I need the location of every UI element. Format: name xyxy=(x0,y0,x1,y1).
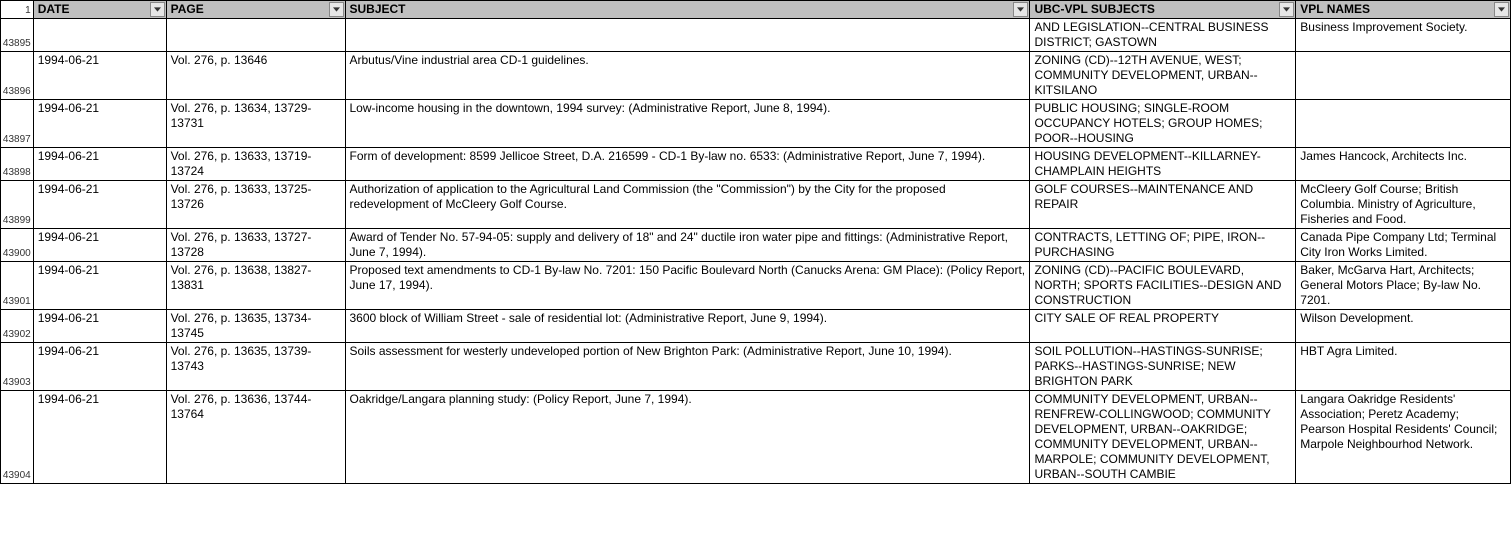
cell-date[interactable]: 1994-06-21 xyxy=(33,52,166,100)
cell-vpl-names[interactable]: McCleery Golf Course; British Columbia. … xyxy=(1296,181,1511,229)
cell-date[interactable]: 1994-06-21 xyxy=(33,262,166,310)
column-header-page[interactable]: PAGE xyxy=(166,1,345,19)
chevron-down-icon xyxy=(1498,7,1505,12)
filter-dropdown-date[interactable] xyxy=(150,2,165,17)
cell-vpl-names[interactable] xyxy=(1296,100,1511,148)
cell-page[interactable]: Vol. 276, p. 13634, 13729-13731 xyxy=(166,100,345,148)
cell-subject[interactable]: 3600 block of William Street - sale of r… xyxy=(345,310,1030,343)
column-header-label: UBC-VPL SUBJECTS xyxy=(1034,2,1154,16)
table-row: 439011994-06-21Vol. 276, p. 13638, 13827… xyxy=(1,262,1511,310)
table-row: 438981994-06-21Vol. 276, p. 13633, 13719… xyxy=(1,148,1511,181)
column-header-date[interactable]: DATE xyxy=(33,1,166,19)
column-header-label: VPL NAMES xyxy=(1300,2,1370,16)
cell-ubc-vpl-subjects[interactable]: SOIL POLLUTION--HASTINGS-SUNRISE; PARKS-… xyxy=(1030,343,1296,391)
row-number[interactable]: 43895 xyxy=(1,19,34,52)
filter-dropdown-page[interactable] xyxy=(329,2,344,17)
table-row: 439041994-06-21Vol. 276, p. 13636, 13744… xyxy=(1,391,1511,484)
cell-page[interactable]: Vol. 276, p. 13638, 13827-13831 xyxy=(166,262,345,310)
cell-page[interactable]: Vol. 276, p. 13636, 13744-13764 xyxy=(166,391,345,484)
cell-page[interactable]: Vol. 276, p. 13633, 13719-13724 xyxy=(166,148,345,181)
cell-ubc-vpl-subjects[interactable]: HOUSING DEVELOPMENT--KILLARNEY-CHAMPLAIN… xyxy=(1030,148,1296,181)
row-number[interactable]: 43904 xyxy=(1,391,34,484)
cell-ubc-vpl-subjects[interactable]: COMMUNITY DEVELOPMENT, URBAN--RENFREW-CO… xyxy=(1030,391,1296,484)
cell-vpl-names[interactable]: Canada Pipe Company Ltd; Terminal City I… xyxy=(1296,229,1511,262)
cell-page[interactable]: Vol. 276, p. 13633, 13727-13728 xyxy=(166,229,345,262)
cell-vpl-names[interactable]: Baker, McGarva Hart, Architects; General… xyxy=(1296,262,1511,310)
cell-subject[interactable]: Form of development: 8599 Jellicoe Stree… xyxy=(345,148,1030,181)
header-row: 1 DATE PAGE SUBJECT UBC-VPL SUBJECTS xyxy=(1,1,1511,19)
cell-subject[interactable]: Low-income housing in the downtown, 1994… xyxy=(345,100,1030,148)
table-row: 43895 AND LEGISLATION--CENTRAL BUSINESS D… xyxy=(1,19,1511,52)
cell-page[interactable] xyxy=(166,19,345,52)
chevron-down-icon xyxy=(154,7,161,12)
cell-ubc-vpl-subjects[interactable]: PUBLIC HOUSING; SINGLE-ROOM OCCUPANCY HO… xyxy=(1030,100,1296,148)
cell-page[interactable]: Vol. 276, p. 13633, 13725-13726 xyxy=(166,181,345,229)
cell-subject[interactable]: Oakridge/Langara planning study: (Policy… xyxy=(345,391,1030,484)
cell-subject[interactable] xyxy=(345,19,1030,52)
cell-ubc-vpl-subjects[interactable]: ZONING (CD)--PACIFIC BOULEVARD, NORTH; S… xyxy=(1030,262,1296,310)
filter-dropdown-subject[interactable] xyxy=(1013,2,1028,17)
cell-vpl-names[interactable]: Wilson Development. xyxy=(1296,310,1511,343)
cell-page[interactable]: Vol. 276, p. 13635, 13739-13743 xyxy=(166,343,345,391)
header-rownum-cell[interactable]: 1 xyxy=(1,1,34,19)
row-number[interactable]: 43899 xyxy=(1,181,34,229)
table-row: 438961994-06-21Vol. 276, p. 13646Arbutus… xyxy=(1,52,1511,100)
column-header-ubc-vpl-subjects[interactable]: UBC-VPL SUBJECTS xyxy=(1030,1,1296,19)
chevron-down-icon xyxy=(1017,7,1024,12)
filter-dropdown-ubc[interactable] xyxy=(1279,2,1294,17)
table-row: 438971994-06-21Vol. 276, p. 13634, 13729… xyxy=(1,100,1511,148)
cell-date[interactable]: 1994-06-21 xyxy=(33,391,166,484)
row-number[interactable]: 43896 xyxy=(1,52,34,100)
cell-date[interactable]: 1994-06-21 xyxy=(33,100,166,148)
cell-ubc-vpl-subjects[interactable]: CITY SALE OF REAL PROPERTY xyxy=(1030,310,1296,343)
cell-vpl-names[interactable]: Langara Oakridge Residents' Association;… xyxy=(1296,391,1511,484)
chevron-down-icon xyxy=(1283,7,1290,12)
row-number[interactable]: 43903 xyxy=(1,343,34,391)
cell-ubc-vpl-subjects[interactable]: CONTRACTS, LETTING OF; PIPE, IRON--PURCH… xyxy=(1030,229,1296,262)
column-header-subject[interactable]: SUBJECT xyxy=(345,1,1030,19)
cell-date[interactable] xyxy=(33,19,166,52)
cell-ubc-vpl-subjects[interactable]: ZONING (CD)--12TH AVENUE, WEST; COMMUNIT… xyxy=(1030,52,1296,100)
cell-subject[interactable]: Proposed text amendments to CD-1 By-law … xyxy=(345,262,1030,310)
column-header-label: PAGE xyxy=(171,2,204,16)
cell-date[interactable]: 1994-06-21 xyxy=(33,148,166,181)
cell-date[interactable]: 1994-06-21 xyxy=(33,310,166,343)
table-row: 438991994-06-21Vol. 276, p. 13633, 13725… xyxy=(1,181,1511,229)
cell-subject[interactable]: Soils assessment for westerly undevelope… xyxy=(345,343,1030,391)
table-row: 439001994-06-21Vol. 276, p. 13633, 13727… xyxy=(1,229,1511,262)
cell-vpl-names[interactable]: Business Improvement Society. xyxy=(1296,19,1511,52)
cell-date[interactable]: 1994-06-21 xyxy=(33,343,166,391)
cell-ubc-vpl-subjects[interactable]: AND LEGISLATION--CENTRAL BUSINESS DISTRI… xyxy=(1030,19,1296,52)
cell-subject[interactable]: Award of Tender No. 57-94-05: supply and… xyxy=(345,229,1030,262)
spreadsheet-grid: 1 DATE PAGE SUBJECT UBC-VPL SUBJECTS xyxy=(0,0,1511,484)
column-header-label: DATE xyxy=(38,2,70,16)
cell-subject[interactable]: Arbutus/Vine industrial area CD-1 guidel… xyxy=(345,52,1030,100)
row-number[interactable]: 43897 xyxy=(1,100,34,148)
column-header-vpl-names[interactable]: VPL NAMES xyxy=(1296,1,1511,19)
table-row: 439021994-06-21Vol. 276, p. 13635, 13734… xyxy=(1,310,1511,343)
cell-page[interactable]: Vol. 276, p. 13635, 13734-13745 xyxy=(166,310,345,343)
table-row: 439031994-06-21Vol. 276, p. 13635, 13739… xyxy=(1,343,1511,391)
cell-date[interactable]: 1994-06-21 xyxy=(33,229,166,262)
chevron-down-icon xyxy=(333,7,340,12)
cell-vpl-names[interactable] xyxy=(1296,52,1511,100)
filter-dropdown-vpl[interactable] xyxy=(1494,2,1509,17)
row-number[interactable]: 43902 xyxy=(1,310,34,343)
cell-ubc-vpl-subjects[interactable]: GOLF COURSES--MAINTENANCE AND REPAIR xyxy=(1030,181,1296,229)
cell-date[interactable]: 1994-06-21 xyxy=(33,181,166,229)
row-number[interactable]: 43900 xyxy=(1,229,34,262)
cell-subject[interactable]: Authorization of application to the Agri… xyxy=(345,181,1030,229)
cell-page[interactable]: Vol. 276, p. 13646 xyxy=(166,52,345,100)
column-header-label: SUBJECT xyxy=(350,2,406,16)
row-number[interactable]: 43898 xyxy=(1,148,34,181)
cell-vpl-names[interactable]: James Hancock, Architects Inc. xyxy=(1296,148,1511,181)
row-number[interactable]: 43901 xyxy=(1,262,34,310)
cell-vpl-names[interactable]: HBT Agra Limited. xyxy=(1296,343,1511,391)
